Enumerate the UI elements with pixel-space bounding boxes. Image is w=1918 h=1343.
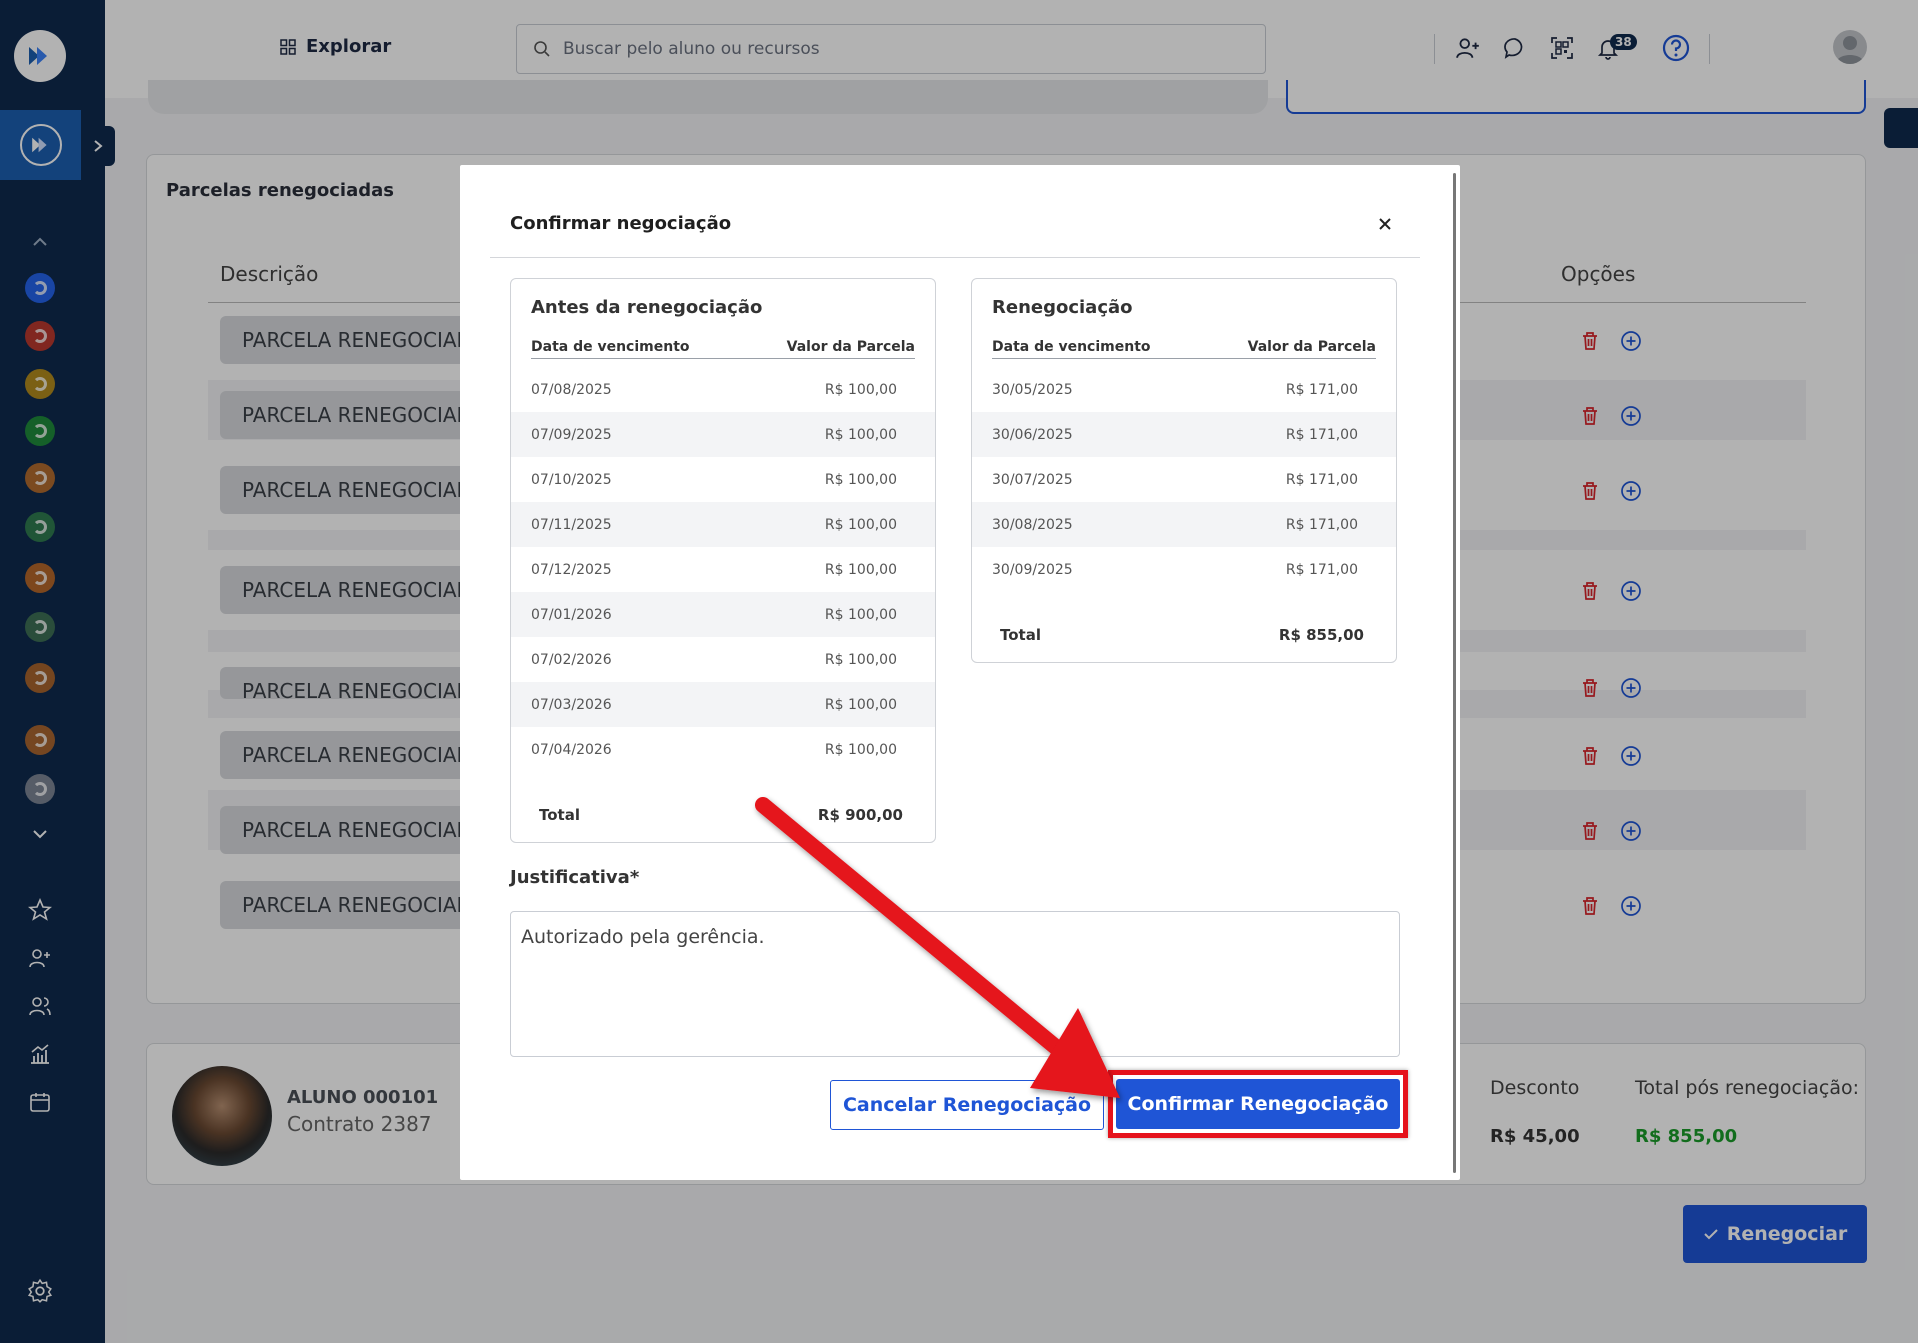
before-row: 07/08/2025 R$ 100,00 bbox=[511, 367, 935, 412]
before-row-value: R$ 100,00 bbox=[824, 472, 897, 488]
before-row-value: R$ 100,00 bbox=[824, 517, 897, 533]
cancel-renegotiation-button[interactable]: Cancelar Renegociação bbox=[830, 1080, 1104, 1130]
close-icon bbox=[1379, 218, 1391, 230]
after-header: Data de vencimento Valor da Parcela bbox=[992, 339, 1376, 359]
before-row-value: R$ 100,00 bbox=[824, 607, 897, 623]
before-row-value: R$ 100,00 bbox=[824, 562, 897, 578]
close-button[interactable] bbox=[1370, 209, 1400, 239]
before-rows: 07/08/2025 R$ 100,00 07/09/2025 R$ 100,00 07… bbox=[511, 367, 935, 772]
after-row: 30/08/2025 R$ 171,00 bbox=[972, 502, 1396, 547]
before-row-value: R$ 100,00 bbox=[824, 697, 897, 713]
before-row: 07/02/2026 R$ 100,00 bbox=[511, 637, 935, 682]
after-row-value: R$ 171,00 bbox=[1285, 472, 1358, 488]
after-panel: Renegociação Data de vencimento Valor da… bbox=[971, 278, 1397, 663]
after-row: 30/09/2025 R$ 171,00 bbox=[972, 547, 1396, 592]
before-col-date: Data de vencimento bbox=[531, 339, 690, 355]
after-row-date: 30/06/2025 bbox=[992, 427, 1073, 443]
before-total-label: Total bbox=[539, 806, 580, 824]
confirm-negotiation-modal: Confirmar negociação Antes da renegociaç… bbox=[460, 165, 1460, 1180]
before-row: 07/09/2025 R$ 100,00 bbox=[511, 412, 935, 457]
before-panel: Antes da renegociação Data de vencimento… bbox=[510, 278, 936, 843]
after-total-value: R$ 855,00 bbox=[1278, 626, 1364, 644]
after-row-value: R$ 171,00 bbox=[1285, 427, 1358, 443]
after-row-value: R$ 171,00 bbox=[1285, 517, 1358, 533]
before-total: Total R$ 900,00 bbox=[539, 806, 903, 824]
before-row: 07/04/2026 R$ 100,00 bbox=[511, 727, 935, 772]
after-total: Total R$ 855,00 bbox=[1000, 626, 1364, 644]
before-row: 07/10/2025 R$ 100,00 bbox=[511, 457, 935, 502]
before-col-value: Valor da Parcela bbox=[786, 339, 915, 355]
before-header: Data de vencimento Valor da Parcela bbox=[531, 339, 915, 359]
before-row: 07/11/2025 R$ 100,00 bbox=[511, 502, 935, 547]
before-row-date: 07/03/2026 bbox=[531, 697, 612, 713]
before-row-date: 07/10/2025 bbox=[531, 472, 612, 488]
after-row-value: R$ 171,00 bbox=[1285, 382, 1358, 398]
after-total-label: Total bbox=[1000, 626, 1041, 644]
before-row-value: R$ 100,00 bbox=[824, 382, 897, 398]
before-title: Antes da renegociação bbox=[531, 297, 763, 318]
after-row: 30/07/2025 R$ 171,00 bbox=[972, 457, 1396, 502]
before-row-date: 07/12/2025 bbox=[531, 562, 612, 578]
before-row: 07/03/2026 R$ 100,00 bbox=[511, 682, 935, 727]
after-row-date: 30/09/2025 bbox=[992, 562, 1073, 578]
justification-label: Justificativa* bbox=[510, 867, 640, 888]
after-row-date: 30/07/2025 bbox=[992, 472, 1073, 488]
before-row: 07/01/2026 R$ 100,00 bbox=[511, 592, 935, 637]
before-row-value: R$ 100,00 bbox=[824, 652, 897, 668]
before-row-value: R$ 100,00 bbox=[824, 427, 897, 443]
before-row-date: 07/09/2025 bbox=[531, 427, 612, 443]
after-row: 30/06/2025 R$ 171,00 bbox=[972, 412, 1396, 457]
after-col-value: Valor da Parcela bbox=[1247, 339, 1376, 355]
before-row-date: 07/01/2026 bbox=[531, 607, 612, 623]
modal-scrollbar[interactable] bbox=[1453, 173, 1456, 1173]
after-row-date: 30/08/2025 bbox=[992, 517, 1073, 533]
before-row-date: 07/02/2026 bbox=[531, 652, 612, 668]
before-row-value: R$ 100,00 bbox=[824, 742, 897, 758]
justification-textarea[interactable]: Autorizado pela gerência. bbox=[510, 911, 1400, 1057]
modal-title: Confirmar negociação bbox=[510, 213, 732, 234]
after-col-date: Data de vencimento bbox=[992, 339, 1151, 355]
before-row-date: 07/08/2025 bbox=[531, 382, 612, 398]
confirm-renegotiation-button[interactable]: Confirmar Renegociação bbox=[1116, 1079, 1400, 1129]
after-row: 30/05/2025 R$ 171,00 bbox=[972, 367, 1396, 412]
before-row-date: 07/04/2026 bbox=[531, 742, 612, 758]
after-row-value: R$ 171,00 bbox=[1285, 562, 1358, 578]
before-row: 07/12/2025 R$ 100,00 bbox=[511, 547, 935, 592]
before-row-date: 07/11/2025 bbox=[531, 517, 612, 533]
modal-divider bbox=[490, 257, 1420, 258]
after-rows: 30/05/2025 R$ 171,00 30/06/2025 R$ 171,00 30… bbox=[972, 367, 1396, 592]
after-row-date: 30/05/2025 bbox=[992, 382, 1073, 398]
before-total-value: R$ 900,00 bbox=[817, 806, 903, 824]
after-title: Renegociação bbox=[992, 297, 1133, 318]
